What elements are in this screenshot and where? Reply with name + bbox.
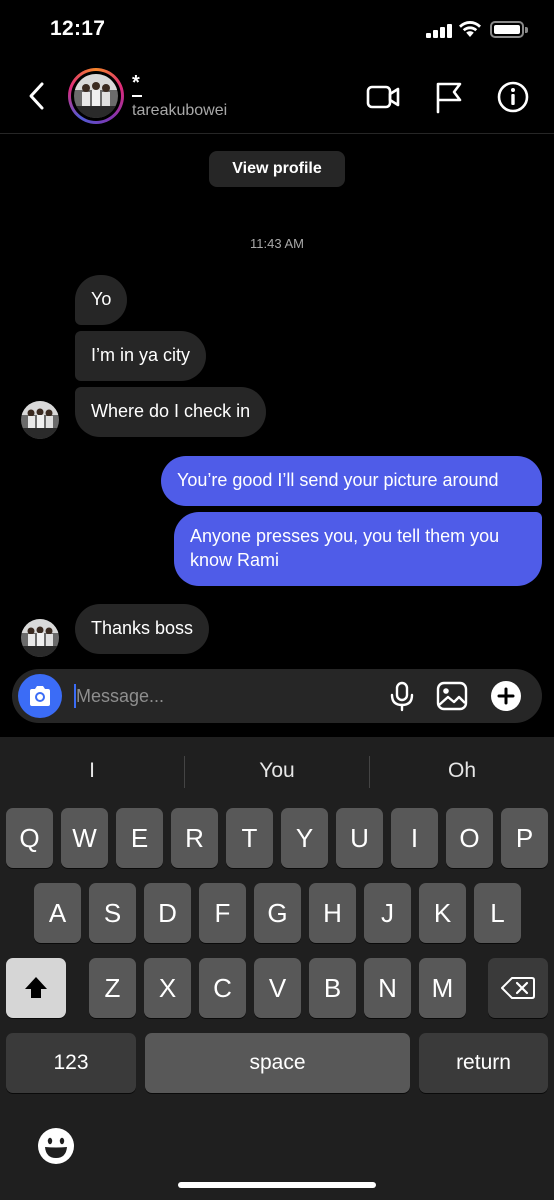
- key-m[interactable]: M: [419, 958, 466, 1018]
- key-b[interactable]: B: [309, 958, 356, 1018]
- key-x[interactable]: X: [144, 958, 191, 1018]
- return-key[interactable]: return: [419, 1033, 548, 1093]
- keyboard: I You Oh Q W E R T Y U I O P A S D F G H…: [0, 737, 554, 1200]
- message-bubble-outgoing[interactable]: Anyone presses you, you tell them you kn…: [174, 512, 542, 586]
- key-p[interactable]: P: [501, 808, 548, 868]
- sender-avatar[interactable]: [21, 401, 59, 439]
- key-v[interactable]: V: [254, 958, 301, 1018]
- wifi-icon: [459, 21, 481, 37]
- shift-icon: [25, 977, 47, 998]
- gallery-icon[interactable]: [436, 680, 468, 712]
- message-input[interactable]: [76, 669, 356, 723]
- status-bar: 12:17: [0, 0, 554, 60]
- home-indicator[interactable]: [178, 1182, 376, 1188]
- key-k[interactable]: K: [419, 883, 466, 943]
- avatar[interactable]: [68, 68, 124, 124]
- key-s[interactable]: S: [89, 883, 136, 943]
- suggestion-item[interactable]: You: [185, 737, 369, 805]
- key-g[interactable]: G: [254, 883, 301, 943]
- key-q[interactable]: Q: [6, 808, 53, 868]
- sender-avatar[interactable]: [21, 619, 59, 657]
- camera-button[interactable]: [18, 674, 62, 718]
- chevron-left-icon[interactable]: [22, 78, 54, 114]
- battery-icon: [490, 21, 528, 38]
- microphone-icon[interactable]: [386, 680, 418, 712]
- key-y[interactable]: Y: [281, 808, 328, 868]
- video-call-icon[interactable]: [364, 78, 402, 116]
- contact-username[interactable]: tareakubowei: [132, 102, 227, 120]
- message-bubble-incoming[interactable]: Where do I check in: [75, 387, 267, 437]
- message-bubble-incoming[interactable]: Yo: [75, 275, 128, 325]
- key-j[interactable]: J: [364, 883, 411, 943]
- info-icon[interactable]: [494, 78, 532, 116]
- profile-photo: [74, 74, 118, 118]
- message-bubble-incoming[interactable]: I’m in ya city: [75, 331, 207, 381]
- signal-icon: [426, 24, 452, 38]
- flag-icon[interactable]: [430, 78, 468, 116]
- backspace-key[interactable]: [488, 958, 548, 1018]
- backspace-icon: [501, 977, 535, 999]
- space-key[interactable]: space: [145, 1033, 410, 1093]
- plus-icon[interactable]: [490, 680, 522, 712]
- key-n[interactable]: N: [364, 958, 411, 1018]
- key-h[interactable]: H: [309, 883, 356, 943]
- key-d[interactable]: D: [144, 883, 191, 943]
- emoji-icon[interactable]: [37, 1127, 75, 1165]
- key-a[interactable]: A: [34, 883, 81, 943]
- suggestion-item[interactable]: I: [0, 737, 184, 805]
- key-i[interactable]: I: [391, 808, 438, 868]
- key-e[interactable]: E: [116, 808, 163, 868]
- key-w[interactable]: W: [61, 808, 108, 868]
- message-composer: [12, 669, 542, 723]
- key-u[interactable]: U: [336, 808, 383, 868]
- key-c[interactable]: C: [199, 958, 246, 1018]
- name-underline: [132, 95, 142, 97]
- suggestion-bar: I You Oh: [0, 737, 554, 805]
- suggestion-item[interactable]: Oh: [370, 737, 554, 805]
- contact-name[interactable]: *: [132, 73, 140, 93]
- status-time: 12:17: [50, 17, 106, 40]
- key-t[interactable]: T: [226, 808, 273, 868]
- numbers-key[interactable]: 123: [6, 1033, 136, 1093]
- key-o[interactable]: O: [446, 808, 493, 868]
- key-l[interactable]: L: [474, 883, 521, 943]
- message-timestamp: 11:43 AM: [250, 236, 304, 251]
- message-bubble-incoming[interactable]: Thanks boss: [75, 604, 210, 654]
- key-r[interactable]: R: [171, 808, 218, 868]
- message-bubble-outgoing[interactable]: You’re good I’ll send your picture aroun…: [161, 456, 542, 506]
- shift-key[interactable]: [6, 958, 66, 1018]
- conversation-header: * tareakubowei: [0, 60, 554, 134]
- view-profile-button[interactable]: View profile: [209, 151, 345, 187]
- key-z[interactable]: Z: [89, 958, 136, 1018]
- key-f[interactable]: F: [199, 883, 246, 943]
- camera-icon: [30, 686, 50, 706]
